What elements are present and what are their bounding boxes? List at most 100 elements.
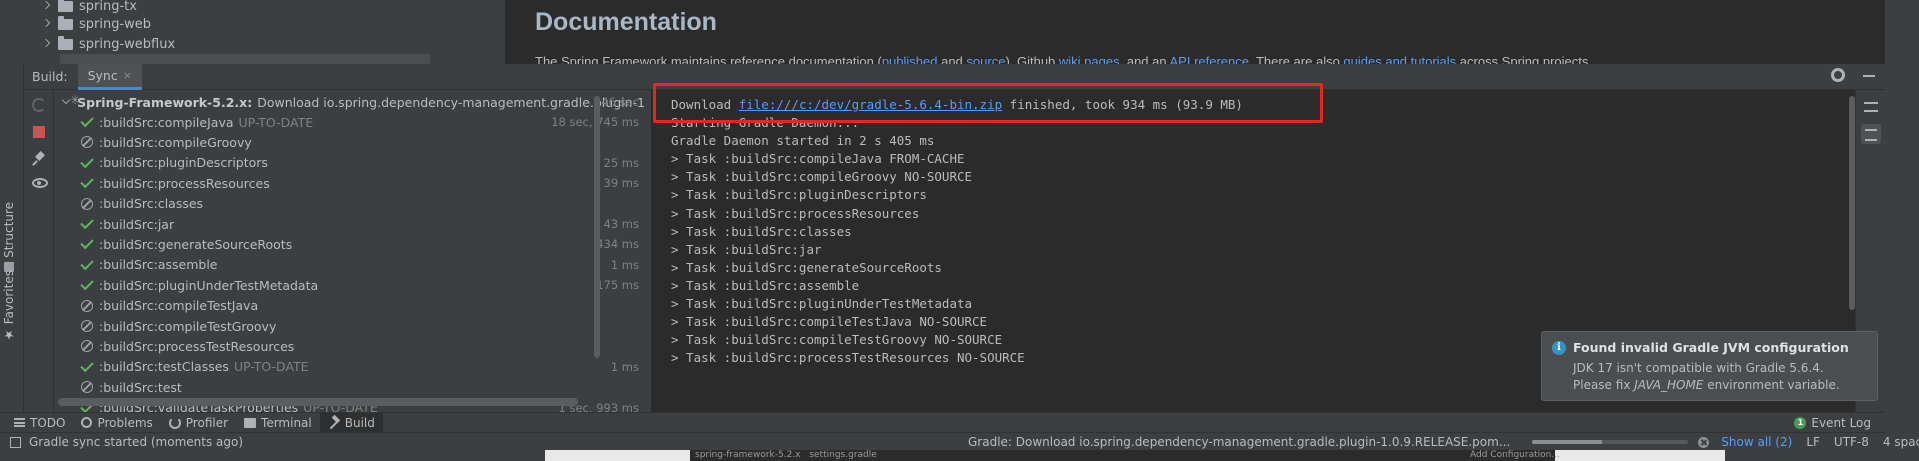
build-task-row[interactable]: :buildSrc:compileTestGroovy	[55, 316, 645, 336]
event-log-icon: 1	[1794, 417, 1807, 429]
doc-link-source[interactable]: source	[966, 54, 1005, 64]
task-name: :buildSrc:pluginDescriptors	[99, 155, 268, 171]
cancel-icon[interactable]	[1698, 436, 1710, 448]
doc-link-guides[interactable]: guides and tutorials	[1343, 54, 1456, 64]
build-task-row[interactable]: :buildSrc:processTestResources	[55, 336, 645, 356]
tab-todo[interactable]: TODO	[6, 413, 73, 433]
header-actions	[1831, 68, 1875, 82]
build-root-row[interactable]: Spring-Framework-5.2.x: Download io.spri…	[55, 92, 645, 112]
structure-tab[interactable]: Structure	[2, 202, 16, 272]
build-title: Build:	[32, 69, 68, 84]
task-time: 1 ms	[610, 359, 639, 374]
skipped-icon	[81, 299, 93, 312]
tool-windows-icon[interactable]	[10, 436, 21, 448]
progress-bar	[1532, 440, 1689, 444]
task-status: UP-TO-DATE	[233, 359, 309, 375]
doc-link-api[interactable]: API reference	[1170, 54, 1250, 64]
status-message: Gradle sync started (moments ago)	[10, 435, 243, 449]
hide-icon[interactable]	[1863, 75, 1875, 77]
doc-link-published[interactable]: published	[882, 54, 938, 64]
build-tree-hscrollbar[interactable]	[58, 398, 578, 406]
build-root-name: Spring-Framework-5.2.x:	[77, 94, 253, 110]
tab-build[interactable]: Build	[319, 412, 383, 433]
task-name: :buildSrc:jar	[99, 216, 175, 232]
eye-icon[interactable]	[32, 178, 48, 188]
tree-item-spring-webflux[interactable]: spring-webflux	[42, 34, 175, 54]
notification-balloon[interactable]: i Found invalid Gradle JVM configuration…	[1541, 331, 1878, 401]
task-time: 43 ms	[603, 217, 639, 231]
tree-item-label: spring-tx	[79, 0, 137, 14]
build-task-row[interactable]: :buildSrc:generateSourceRoots 434 ms	[55, 234, 645, 254]
check-icon	[80, 174, 94, 189]
build-root-time: 46 sec	[601, 95, 639, 109]
profiler-icon	[168, 416, 181, 429]
task-name: :buildSrc:testClasses	[99, 359, 229, 375]
doc-text: , and an	[1119, 54, 1170, 64]
background-file: settings.gradle	[809, 450, 877, 460]
doc-text: ). Github	[1005, 54, 1059, 64]
chevron-right-icon[interactable]	[42, 19, 52, 29]
doc-paragraph: The Spring Framework maintains reference…	[535, 54, 1592, 64]
build-task-row[interactable]: :buildSrc:assemble 1 ms	[55, 255, 645, 275]
encoding-widget[interactable]: UTF-8	[1834, 435, 1869, 449]
task-name: :buildSrc:pluginUnderTestMetadata	[99, 277, 319, 293]
indent-widget[interactable]: 4 spaces	[1883, 435, 1919, 449]
chevron-right-icon[interactable]	[42, 39, 52, 49]
tree-item-label: spring-webflux	[79, 36, 176, 52]
tab-profiler[interactable]: Profiler	[161, 413, 236, 433]
build-task-row[interactable]: :buildSrc:test	[55, 377, 645, 397]
build-task-row[interactable]: :buildSrc:jar 43 ms	[55, 214, 645, 234]
build-tree-scrollbar[interactable]	[594, 96, 600, 358]
soft-wrap-icon[interactable]	[1864, 102, 1878, 112]
skipped-icon	[81, 320, 93, 332]
build-task-row[interactable]: :buildSrc:pluginDescriptors 25 ms	[55, 153, 645, 173]
build-task-row[interactable]: :buildSrc:pluginUnderTestMetadata 175 ms	[55, 275, 645, 295]
rerun-icon[interactable]	[32, 98, 46, 112]
line-separator-widget[interactable]: LF	[1806, 435, 1820, 449]
chevron-down-icon[interactable]	[61, 97, 62, 107]
status-right: Gradle: Download io.spring.dependency-ma…	[968, 435, 1919, 449]
skipped-icon	[81, 340, 93, 353]
build-task-row[interactable]: :buildSrc:compileGroovy	[55, 132, 645, 152]
tab-terminal[interactable]: Terminal	[236, 413, 320, 433]
markdown-preview: Documentation The Spring Framework maint…	[505, 0, 1885, 64]
task-name: :buildSrc:processResources	[99, 175, 270, 191]
build-task-row[interactable]: :buildSrc:processResources 39 ms	[55, 173, 645, 193]
task-name: :buildSrc:assemble	[99, 257, 218, 273]
build-task-row[interactable]: :buildSrc:compileTestJava	[55, 296, 645, 316]
tab-label: Problems	[97, 415, 153, 430]
notification-text: Please fix	[1573, 378, 1635, 392]
tab-sync[interactable]: Sync ×	[77, 63, 142, 90]
right-tool-stripe	[1885, 0, 1919, 461]
build-task-row[interactable]: :buildSrc:compileJava UP-TO-DATE 18 sec, 7…	[55, 112, 645, 132]
tab-problems[interactable]: Problems	[73, 413, 160, 433]
console-line: > Task :buildSrc:processTestResources NO…	[671, 350, 1025, 366]
favorites-tab[interactable]: ★ Favorites	[2, 270, 16, 342]
task-time: 175 ms	[596, 278, 639, 293]
highlight-box	[653, 83, 1323, 123]
check-icon	[80, 154, 94, 169]
event-log-button[interactable]: 1 Event Log	[1794, 413, 1871, 433]
task-name: :buildSrc:generateSourceRoots	[99, 236, 293, 252]
task-name: :buildSrc:classes	[99, 196, 204, 212]
show-all-link[interactable]: Show all (2)	[1721, 435, 1792, 449]
tree-item-spring-web[interactable]: spring-web	[42, 14, 151, 34]
tab-sync-label: Sync	[87, 67, 118, 83]
scroll-to-end-icon[interactable]	[1861, 124, 1881, 144]
stop-icon[interactable]	[33, 126, 45, 138]
background-toolbar: spring-framework-5.2.x settings.gradle A…	[690, 450, 1560, 461]
pin-icon[interactable]	[32, 152, 46, 166]
build-actions-toolbar	[24, 90, 54, 412]
check-icon	[80, 215, 94, 230]
build-task-row[interactable]: :buildSrc:testClasses UP-TO-DATE 1 ms	[55, 357, 645, 377]
gear-icon[interactable]	[1831, 68, 1845, 82]
background-task-text[interactable]: Gradle: Download io.spring.dependency-ma…	[968, 435, 1510, 449]
task-name: :buildSrc:compileGroovy	[99, 134, 252, 150]
chevron-right-icon[interactable]	[42, 1, 52, 11]
doc-link-wiki[interactable]: wiki pages	[1059, 54, 1120, 64]
task-time: 434 ms	[596, 237, 639, 252]
close-icon[interactable]: ×	[123, 69, 132, 82]
tab-label: Terminal	[261, 415, 312, 430]
task-name: :buildSrc:test	[99, 379, 182, 395]
build-task-row[interactable]: :buildSrc:classes	[55, 194, 645, 214]
